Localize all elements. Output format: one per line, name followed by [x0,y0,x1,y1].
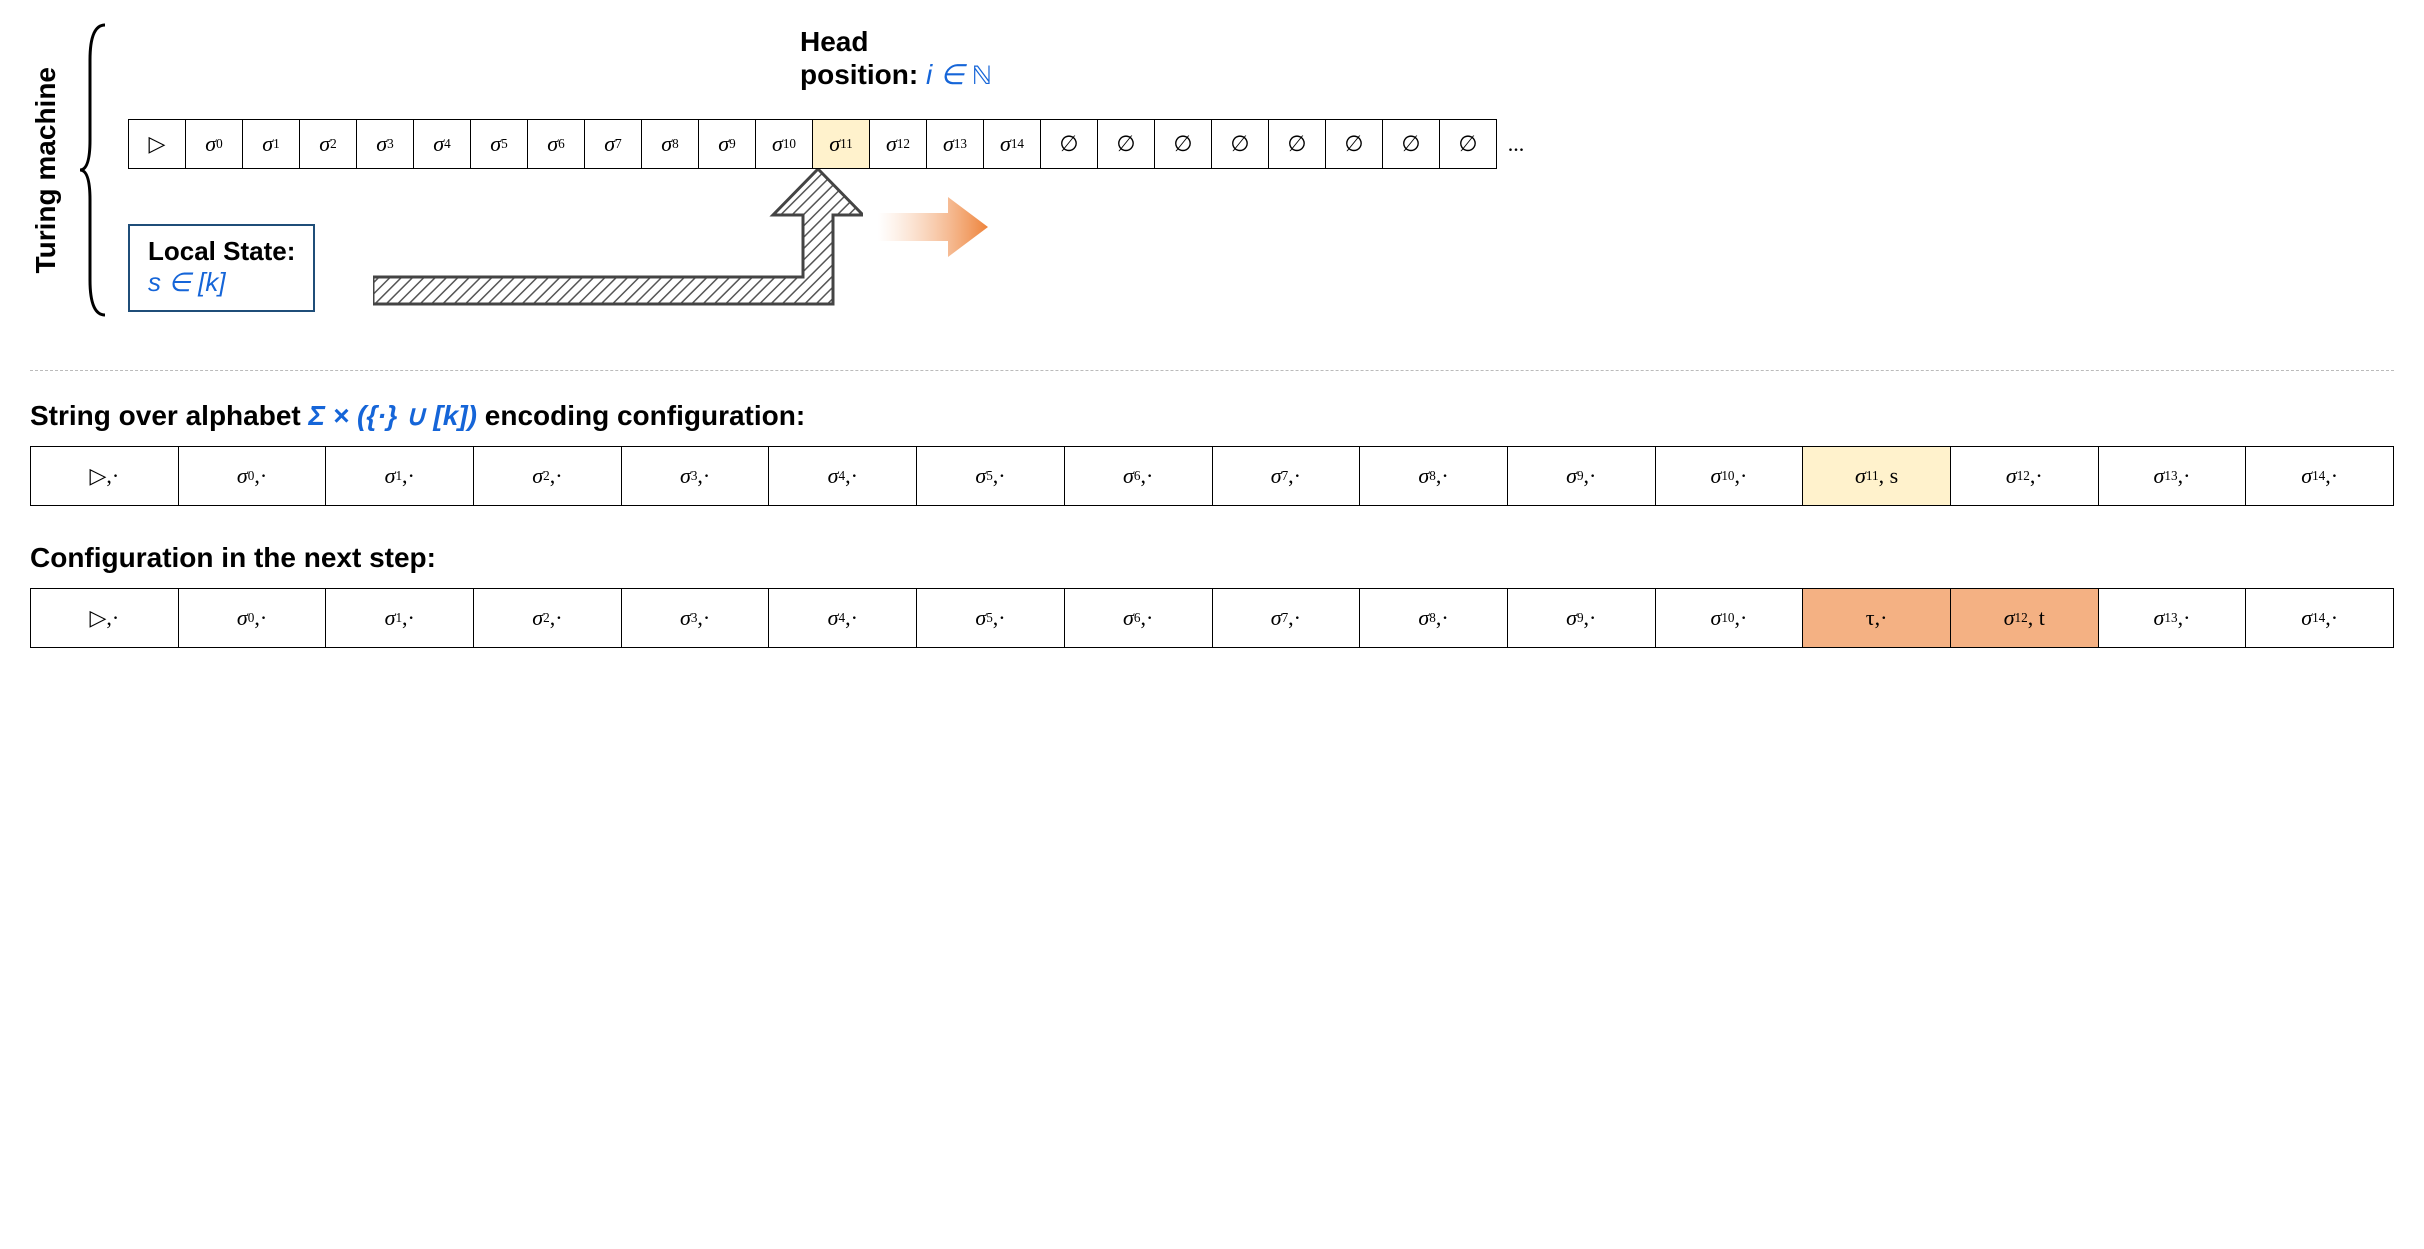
config-cell: σ2,· [473,588,622,648]
configuration-tape: ▷,·σ0,·σ1,·σ2,·σ3,·σ4,·σ5,·σ6,·σ7,·σ8,·σ… [30,446,2394,506]
tape-cell: σ8 [641,119,699,169]
tape-cell: σ0 [185,119,243,169]
tape-cell: σ3 [356,119,414,169]
tape-cell: ... [1496,119,1536,169]
config-cell: σ14,· [2245,446,2394,506]
config-cell: σ8,· [1359,588,1508,648]
brace-icon [80,20,110,320]
tape-cell: σ12 [869,119,927,169]
tape-cell: σ2 [299,119,357,169]
config-cell: σ5,· [916,588,1065,648]
config-cell: τ,· [1802,588,1951,648]
tape-cell: σ1 [242,119,300,169]
tape-cell: σ5 [470,119,528,169]
divider [30,370,2394,371]
config-cell: σ11, s [1802,446,1951,506]
config-cell: σ7,· [1212,446,1361,506]
config-cell: σ1,· [325,446,474,506]
next-step-tape: ▷,·σ0,·σ1,·σ2,·σ3,·σ4,·σ5,·σ6,·σ7,·σ8,·σ… [30,588,2394,648]
config-cell: σ0,· [178,588,327,648]
config-cell: σ10,· [1655,446,1804,506]
vertical-label: Turing machine [30,67,62,273]
row2-heading: Configuration in the next step: [30,542,2394,574]
tape-cell: ∅ [1382,119,1440,169]
row1-heading: String over alphabet Σ × ({·} ∪ [k]) enc… [30,399,2394,432]
configuration-encoding-section: String over alphabet Σ × ({·} ∪ [k]) enc… [30,399,2394,506]
head-position-math: i ∈ ℕ [926,59,992,90]
tape-cell: σ7 [584,119,642,169]
state-to-cell-arrow-icon [373,169,863,329]
config-cell: ▷,· [30,588,179,648]
config-cell: σ9,· [1507,588,1656,648]
config-cell: σ13,· [2098,588,2247,648]
tape-cell: σ11 [812,119,870,169]
tape-cell: ▷ [128,119,186,169]
head-position-label: Head position: i ∈ ℕ [800,25,992,95]
config-cell: σ2,· [473,446,622,506]
tape-cell: σ13 [926,119,984,169]
tape-cell: σ10 [755,119,813,169]
config-cell: σ0,· [178,446,327,506]
tape-cell: ∅ [1439,119,1497,169]
tape-cell: ∅ [1325,119,1383,169]
config-cell: σ3,· [621,588,770,648]
config-cell: σ5,· [916,446,1065,506]
config-cell: σ3,· [621,446,770,506]
tape-cell: σ9 [698,119,756,169]
config-cell: σ12, t [1950,588,2099,648]
tape-cell: ∅ [1154,119,1212,169]
tape-cell: ∅ [1268,119,1326,169]
move-right-arrow-icon [878,197,988,257]
config-cell: σ8,· [1359,446,1508,506]
config-cell: σ10,· [1655,588,1804,648]
tape-cell: ∅ [1097,119,1155,169]
config-cell: σ1,· [325,588,474,648]
config-cell: σ14,· [2245,588,2394,648]
config-cell: ▷,· [30,446,179,506]
tape-cell: σ4 [413,119,471,169]
local-state-box: Local State: s ∈ [k] [128,224,315,312]
config-cell: σ9,· [1507,446,1656,506]
config-cell: σ4,· [768,446,917,506]
config-cell: σ12,· [1950,446,2099,506]
turing-machine-panel: Turing machine Head position: i ∈ ℕ ▷σ0σ… [30,20,2394,350]
tape-cell: σ14 [983,119,1041,169]
config-cell: σ7,· [1212,588,1361,648]
config-cell: σ13,· [2098,446,2247,506]
config-cell: σ6,· [1064,446,1213,506]
tape-cell: σ6 [527,119,585,169]
tape-cell: ∅ [1040,119,1098,169]
tape-cell: ∅ [1211,119,1269,169]
config-cell: σ6,· [1064,588,1213,648]
next-step-section: Configuration in the next step: ▷,·σ0,·σ… [30,542,2394,648]
tape: ▷σ0σ1σ2σ3σ4σ5σ6σ7σ8σ9σ10σ11σ12σ13σ14∅∅∅∅… [128,119,2394,169]
config-cell: σ4,· [768,588,917,648]
